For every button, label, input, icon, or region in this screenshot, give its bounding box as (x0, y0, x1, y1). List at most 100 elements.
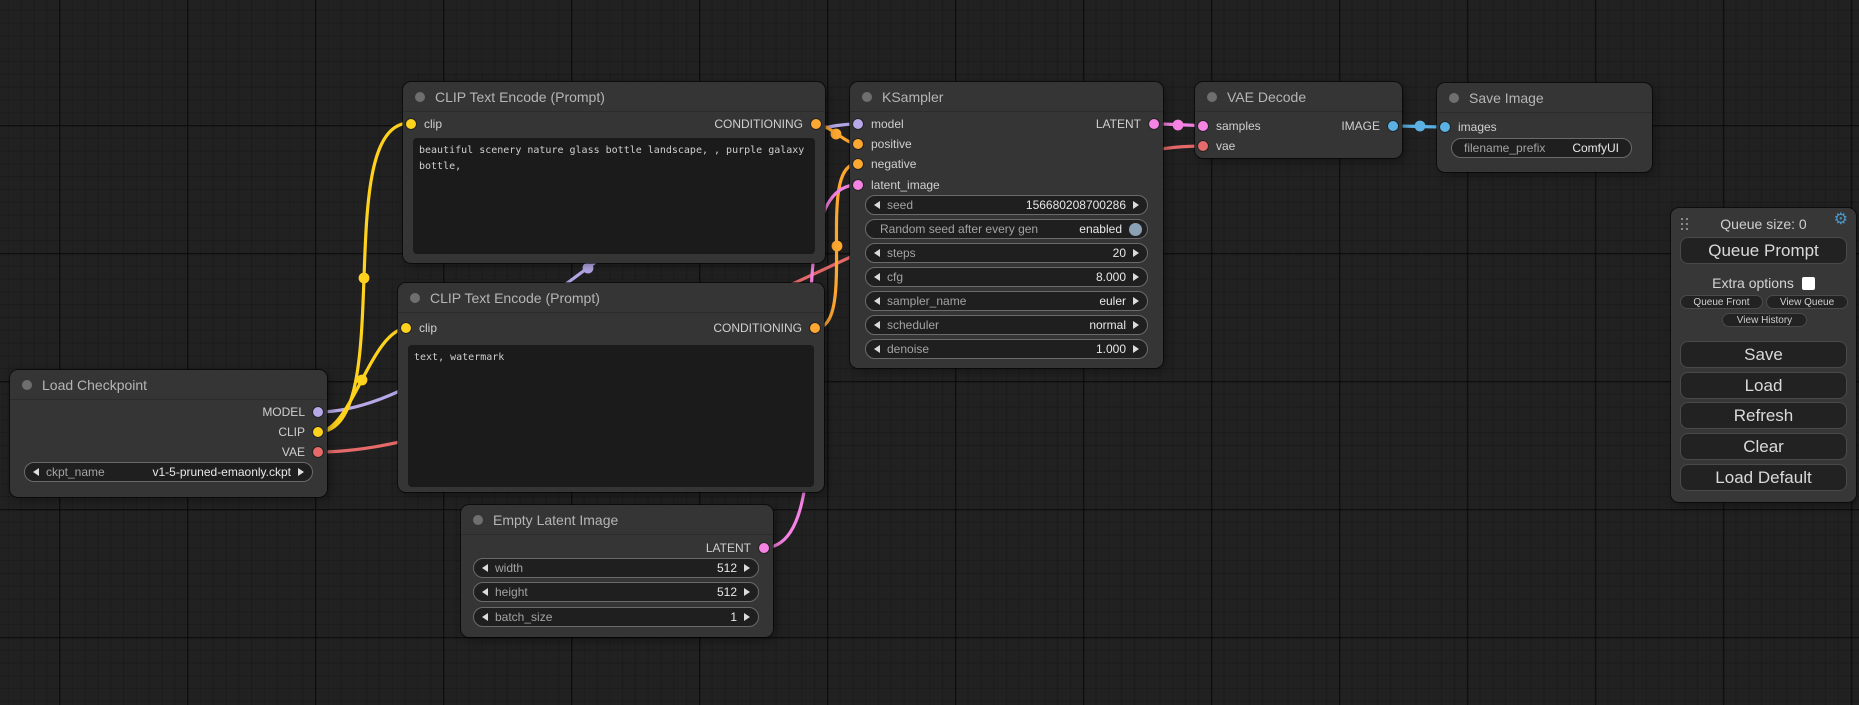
image-output-dot-icon[interactable] (1388, 121, 1398, 131)
view-queue-button[interactable]: View Queue (1766, 295, 1848, 309)
node-header[interactable]: CLIP Text Encode (Prompt) (398, 283, 824, 313)
filename-prefix-widget[interactable]: filename_prefix ComfyUI (1451, 138, 1632, 158)
queue-panel[interactable]: Queue size: 0 ⚙ Queue Prompt Extra optio… (1671, 208, 1856, 502)
node-header[interactable]: CLIP Text Encode (Prompt) (403, 82, 825, 112)
clip-input-dot-icon[interactable] (401, 323, 411, 333)
increment-arrow-icon[interactable] (1133, 297, 1139, 305)
increment-arrow-icon[interactable] (1133, 249, 1139, 257)
output-slot-model[interactable]: MODEL (262, 402, 323, 422)
refresh-button[interactable]: Refresh (1680, 402, 1847, 429)
images-input-dot-icon[interactable] (1440, 122, 1450, 132)
conditioning-output-dot-icon[interactable] (810, 323, 820, 333)
cfg-widget[interactable]: cfg 8.000 (865, 267, 1148, 287)
load-button[interactable]: Load (1680, 372, 1847, 399)
output-slot-conditioning[interactable]: CONDITIONING (714, 114, 821, 134)
queue-prompt-button[interactable]: Queue Prompt (1680, 237, 1847, 264)
latent-output-dot-icon[interactable] (1149, 119, 1159, 129)
save-button[interactable]: Save (1680, 341, 1847, 368)
output-slot-clip[interactable]: CLIP (278, 422, 323, 442)
seed-widget[interactable]: seed 156680208700286 (865, 195, 1148, 215)
decrement-arrow-icon[interactable] (874, 321, 880, 329)
load-default-button[interactable]: Load Default (1680, 464, 1847, 491)
latent-input-dot-icon[interactable] (853, 180, 863, 190)
node-graph-canvas[interactable]: Load Checkpoint MODEL CLIP VAE ckpt_name… (0, 0, 1859, 705)
input-slot-vae[interactable]: vae (1198, 136, 1235, 156)
output-slot-image[interactable]: IMAGE (1341, 116, 1398, 136)
output-slot-latent[interactable]: LATENT (706, 538, 769, 558)
latent-output-dot-icon[interactable] (759, 543, 769, 553)
increment-arrow-icon[interactable] (1133, 201, 1139, 209)
node-save-image[interactable]: Save Image images filename_prefix ComfyU… (1437, 83, 1652, 172)
height-widget[interactable]: height 512 (473, 582, 759, 602)
output-slot-vae[interactable]: VAE (282, 442, 323, 462)
batch-size-widget[interactable]: batch_size 1 (473, 607, 759, 627)
samples-input-dot-icon[interactable] (1198, 121, 1208, 131)
toggle-dot-icon[interactable] (1129, 223, 1142, 236)
steps-widget[interactable]: steps 20 (865, 243, 1148, 263)
node-load-checkpoint[interactable]: Load Checkpoint MODEL CLIP VAE ckpt_name… (10, 370, 327, 497)
width-widget[interactable]: width 512 (473, 558, 759, 578)
increment-arrow-icon[interactable] (1133, 273, 1139, 281)
clip-output-dot-icon[interactable] (313, 427, 323, 437)
increment-arrow-icon[interactable] (298, 468, 304, 476)
input-slot-clip[interactable]: clip (401, 318, 437, 338)
scheduler-widget[interactable]: scheduler normal (865, 315, 1148, 335)
input-slot-positive[interactable]: positive (853, 134, 912, 154)
node-vae-decode[interactable]: VAE Decode samples vae IMAGE (1195, 82, 1402, 158)
decrement-arrow-icon[interactable] (482, 613, 488, 621)
input-slot-negative[interactable]: negative (853, 154, 916, 174)
view-history-button[interactable]: View History (1722, 313, 1807, 327)
increment-arrow-icon[interactable] (1133, 345, 1139, 353)
random-seed-toggle-widget[interactable]: Random seed after every gen enabled (865, 219, 1148, 239)
increment-arrow-icon[interactable] (744, 588, 750, 596)
decrement-arrow-icon[interactable] (874, 201, 880, 209)
input-slot-model[interactable]: model (853, 114, 904, 134)
node-header[interactable]: KSampler (850, 82, 1163, 112)
queue-front-button[interactable]: Queue Front (1680, 295, 1763, 309)
node-ksampler[interactable]: KSampler model positive negative latent_… (850, 82, 1163, 368)
input-slot-samples[interactable]: samples (1198, 116, 1261, 136)
collapse-dot-icon[interactable] (22, 380, 32, 390)
decrement-arrow-icon[interactable] (874, 297, 880, 305)
vae-input-dot-icon[interactable] (1198, 141, 1208, 151)
increment-arrow-icon[interactable] (744, 564, 750, 572)
collapse-dot-icon[interactable] (1207, 92, 1217, 102)
node-header[interactable]: VAE Decode (1195, 82, 1402, 112)
clip-input-dot-icon[interactable] (406, 119, 416, 129)
input-slot-latent-image[interactable]: latent_image (853, 175, 940, 195)
gear-icon[interactable]: ⚙ (1834, 212, 1848, 228)
input-slot-images[interactable]: images (1440, 117, 1497, 137)
positive-input-dot-icon[interactable] (853, 139, 863, 149)
denoise-widget[interactable]: denoise 1.000 (865, 339, 1148, 359)
decrement-arrow-icon[interactable] (874, 273, 880, 281)
node-empty-latent-image[interactable]: Empty Latent Image LATENT width 512 heig… (461, 505, 773, 637)
prompt-textarea[interactable]: text, watermark (408, 345, 814, 487)
collapse-dot-icon[interactable] (862, 92, 872, 102)
sampler-name-widget[interactable]: sampler_name euler (865, 291, 1148, 311)
conditioning-output-dot-icon[interactable] (811, 119, 821, 129)
decrement-arrow-icon[interactable] (874, 345, 880, 353)
vae-output-dot-icon[interactable] (313, 447, 323, 457)
node-clip-text-encode-positive[interactable]: CLIP Text Encode (Prompt) clip CONDITION… (403, 82, 825, 263)
node-clip-text-encode-negative[interactable]: CLIP Text Encode (Prompt) clip CONDITION… (398, 283, 824, 492)
output-slot-conditioning[interactable]: CONDITIONING (713, 318, 820, 338)
model-output-dot-icon[interactable] (313, 407, 323, 417)
clear-button[interactable]: Clear (1680, 433, 1847, 460)
collapse-dot-icon[interactable] (415, 92, 425, 102)
increment-arrow-icon[interactable] (1133, 321, 1139, 329)
negative-input-dot-icon[interactable] (853, 159, 863, 169)
extra-options-checkbox[interactable] (1802, 277, 1815, 290)
collapse-dot-icon[interactable] (473, 515, 483, 525)
collapse-dot-icon[interactable] (1449, 93, 1459, 103)
decrement-arrow-icon[interactable] (33, 468, 39, 476)
decrement-arrow-icon[interactable] (482, 564, 488, 572)
decrement-arrow-icon[interactable] (874, 249, 880, 257)
ckpt-name-widget[interactable]: ckpt_name v1-5-pruned-emaonly.ckpt (24, 462, 313, 482)
node-header[interactable]: Load Checkpoint (10, 370, 327, 400)
decrement-arrow-icon[interactable] (482, 588, 488, 596)
node-header[interactable]: Save Image (1437, 83, 1652, 113)
input-slot-clip[interactable]: clip (406, 114, 442, 134)
increment-arrow-icon[interactable] (744, 613, 750, 621)
collapse-dot-icon[interactable] (410, 293, 420, 303)
model-input-dot-icon[interactable] (853, 119, 863, 129)
